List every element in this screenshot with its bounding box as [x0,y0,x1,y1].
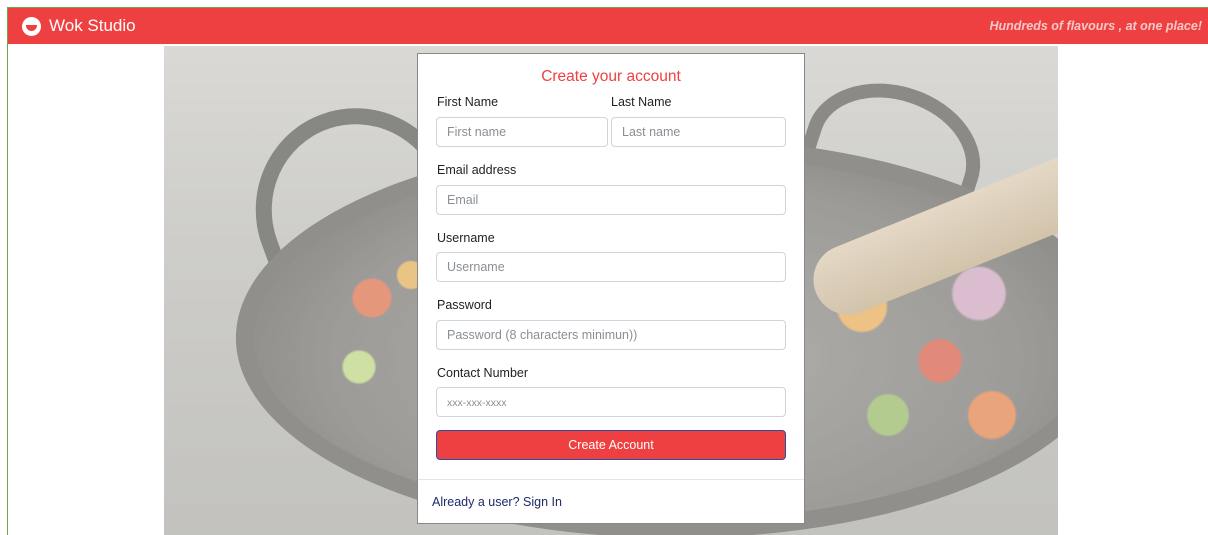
create-account-button[interactable]: Create Account [436,430,786,460]
brand[interactable]: Wok Studio [22,16,136,36]
signup-card: Create your account First Name Last Name… [417,53,805,524]
top-navbar: Wok Studio Hundreds of flavours , at one… [8,8,1208,44]
tagline: Hundreds of flavours , at one place! [989,19,1202,33]
form-title: Create your account [541,68,681,85]
email-field[interactable] [436,185,786,215]
password-field[interactable] [436,320,786,350]
first-name-label: First Name [437,95,499,109]
last-name-field[interactable] [611,117,786,147]
password-label: Password [437,298,492,312]
last-name-label: Last Name [611,95,672,109]
brand-name: Wok Studio [49,16,136,35]
email-label: Email address [437,163,517,177]
username-field[interactable] [436,252,786,282]
username-label: Username [437,231,495,245]
contact-number-field[interactable] [436,387,786,417]
first-name-field[interactable] [436,117,608,147]
divider [418,479,804,480]
sign-in-link[interactable]: Already a user? Sign In [432,495,562,509]
contact-number-label: Contact Number [437,366,529,380]
wok-logo-icon [22,16,41,36]
